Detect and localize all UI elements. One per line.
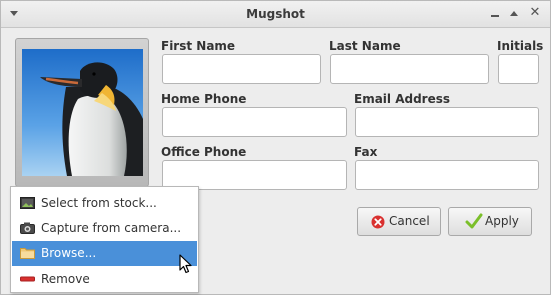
menu-item-label: Capture from camera... <box>41 221 182 235</box>
photo-options-menu: Select from stock... Capture from camera… <box>10 186 199 293</box>
window-title: Mugshot <box>246 7 305 21</box>
email-field[interactable] <box>355 107 539 137</box>
home-phone-field[interactable] <box>162 107 347 137</box>
image-icon <box>20 197 35 209</box>
cancel-button[interactable]: Cancel <box>357 207 441 236</box>
user-photo <box>22 49 143 176</box>
checkmark-icon <box>465 213 483 229</box>
penguin-picture <box>22 49 143 176</box>
fax-label: Fax <box>354 145 378 159</box>
cancel-icon <box>371 215 385 229</box>
remove-icon <box>20 276 35 282</box>
menu-item-browse[interactable]: Browse... <box>12 241 197 266</box>
fax-field[interactable] <box>355 160 539 190</box>
initials-field[interactable] <box>498 54 539 84</box>
camera-icon <box>20 222 35 234</box>
email-label: Email Address <box>354 92 451 106</box>
apply-button[interactable]: Apply <box>448 207 532 236</box>
last-name-label: Last Name <box>329 39 401 53</box>
menu-item-label: Select from stock... <box>41 196 157 210</box>
menu-item-remove[interactable]: Remove <box>12 267 197 292</box>
folder-icon <box>20 248 35 259</box>
maximize-icon[interactable] <box>510 11 518 16</box>
apply-label: Apply <box>485 214 519 228</box>
minimize-icon[interactable] <box>491 15 499 17</box>
cancel-label: Cancel <box>389 214 430 228</box>
initials-label: Initials <box>497 39 544 53</box>
first-name-field[interactable] <box>162 54 321 84</box>
menu-item-label: Browse... <box>41 246 97 260</box>
first-name-label: First Name <box>161 39 236 53</box>
photo-button[interactable] <box>15 38 149 187</box>
close-icon[interactable]: ✕ <box>529 6 541 20</box>
title-bar[interactable]: Mugshot ✕ <box>1 1 550 28</box>
mouse-cursor-icon <box>179 254 192 274</box>
menu-item-select-from-stock[interactable]: Select from stock... <box>12 191 197 216</box>
last-name-field[interactable] <box>330 54 489 84</box>
home-phone-label: Home Phone <box>161 92 247 106</box>
menu-item-label: Remove <box>41 272 90 286</box>
menu-item-capture-from-camera[interactable]: Capture from camera... <box>12 216 197 241</box>
office-phone-label: Office Phone <box>161 145 247 159</box>
